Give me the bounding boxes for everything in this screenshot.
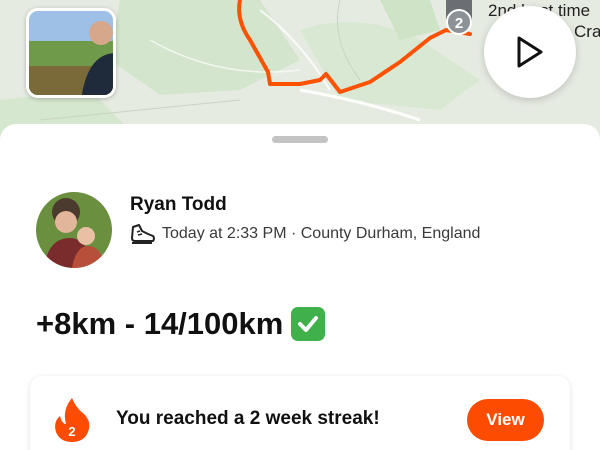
svg-text:2: 2	[455, 15, 463, 32]
check-mark-icon	[291, 307, 326, 341]
play-flyby-button[interactable]	[484, 6, 576, 98]
route-map[interactable]: 2 2nd best time Crai	[0, 0, 600, 140]
sheet-grabber[interactable]	[272, 136, 328, 143]
streak-card[interactable]: 2 You reached a 2 week streak! View	[30, 376, 570, 450]
flame-icon: 2	[55, 398, 90, 442]
athlete-name[interactable]: Ryan Todd	[130, 194, 227, 216]
activity-title: +8km - 14/100km	[36, 306, 326, 342]
photo-image	[29, 11, 113, 95]
view-streak-button[interactable]: View	[467, 399, 544, 441]
svg-text:2: 2	[68, 424, 75, 439]
medal-icon: 2	[446, 0, 472, 35]
shoe-icon	[131, 224, 155, 244]
activity-sheet: Ryan Todd Today at 2:33 PM · County Durh…	[0, 124, 600, 450]
play-icon	[517, 36, 543, 68]
avatar-image	[36, 192, 112, 268]
activity-title-text: +8km - 14/100km	[36, 306, 284, 341]
activity-photo-thumbnail[interactable]	[26, 8, 116, 98]
streak-message: You reached a 2 week streak!	[116, 408, 380, 429]
activity-meta-text: Today at 2:33 PM · County Durham, Englan…	[162, 225, 481, 242]
avatar[interactable]	[36, 192, 112, 268]
activity-meta: Today at 2:33 PM · County Durham, Englan…	[130, 223, 480, 245]
